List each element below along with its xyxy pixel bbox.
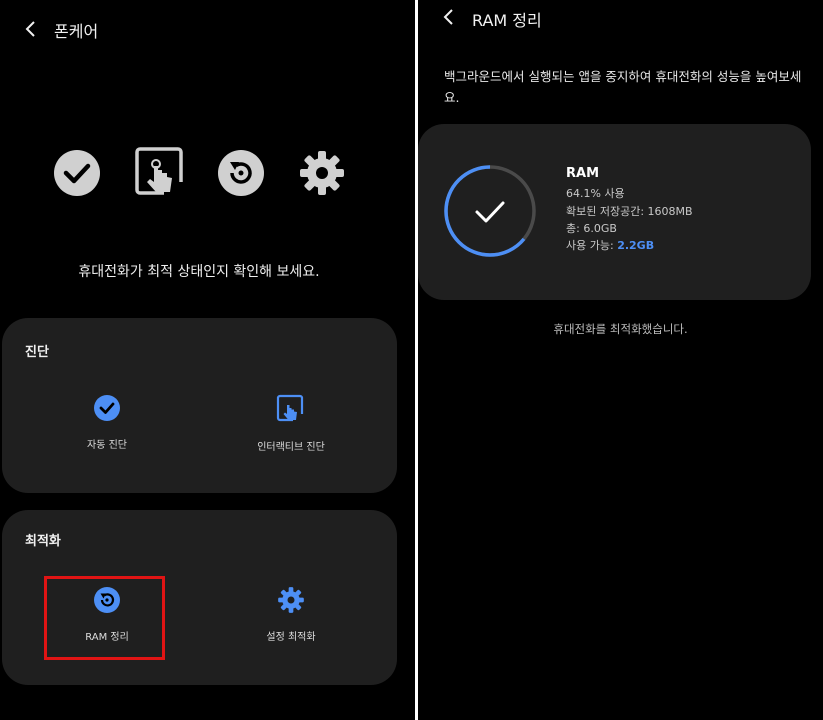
chevron-left-icon <box>25 21 35 37</box>
auto-diagnosis-button[interactable]: 자동 진단 <box>42 394 172 451</box>
ram-cleanup-screen: RAM 정리 백그라운드에서 실행되는 앱을 중지하여 휴대전화의 성능을 높여… <box>418 0 823 720</box>
ram-usage-ring <box>444 165 536 257</box>
optimized-status: 휴대전화를 최적화했습니다. <box>553 322 688 336</box>
touch-screen-icon <box>134 146 188 200</box>
check-circle-icon <box>52 148 102 198</box>
page-title: RAM 정리 <box>472 11 542 30</box>
ram-freed-space: 확보된 저장공간: 1608MB <box>566 205 693 218</box>
check-icon <box>475 201 505 223</box>
chevron-left-icon <box>443 9 453 25</box>
touch-screen-icon <box>276 394 305 424</box>
diagnosis-title: 진단 <box>25 345 49 360</box>
page-title: 폰케어 <box>54 22 99 41</box>
settings-optimization-button[interactable]: 설정 최적화 <box>226 586 356 643</box>
settings-optimization-label: 설정 최적화 <box>266 632 316 643</box>
back-button[interactable] <box>436 4 462 30</box>
ram-total: 총: 6.0GB <box>566 222 617 235</box>
ram-available: 사용 가능: 2.2GB <box>566 237 654 253</box>
ram-available-value: 2.2GB <box>617 239 655 252</box>
check-circle-icon <box>94 395 120 421</box>
optimal-state-prompt: 휴대전화가 최적 상태인지 확인해 보세요. <box>78 264 320 280</box>
diagnosis-card: 진단 자동 진단 인터랙티브 진단 <box>2 318 397 493</box>
ram-available-label: 사용 가능: <box>566 239 618 252</box>
refresh-circle-icon <box>216 148 266 198</box>
auto-diagnosis-label: 자동 진단 <box>87 440 127 451</box>
gear-icon <box>297 148 347 198</box>
back-button[interactable] <box>18 16 44 42</box>
ram-usage: 64.1% 사용 <box>566 187 625 200</box>
ram-description: 백그라운드에서 실행되는 앱을 중지하여 휴대전화의 성능을 높여보세요. <box>444 69 802 105</box>
ram-cleanup-highlight-box <box>44 576 165 660</box>
gear-icon <box>278 587 304 613</box>
optimization-title: 최적화 <box>25 534 61 549</box>
phone-care-screen: 폰케어 휴대전화가 최적 상태인지 확인해 보세요. 진단 자동 진단 인터랙티… <box>0 0 415 720</box>
interactive-diagnosis-button[interactable]: 인터랙티브 진단 <box>226 394 356 453</box>
ram-title: RAM <box>566 166 600 181</box>
interactive-diagnosis-label: 인터랙티브 진단 <box>257 442 325 453</box>
